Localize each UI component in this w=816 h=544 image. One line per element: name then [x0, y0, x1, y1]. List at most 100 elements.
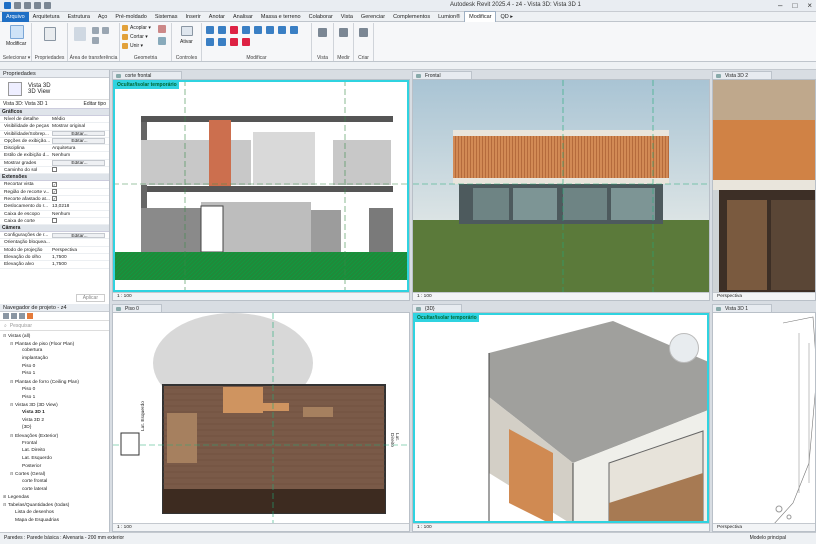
property-edit-button[interactable]: Editar...: [52, 138, 105, 144]
browser-tree-item[interactable]: ⊟ Plantas de forro (Ceiling Plan): [3, 378, 109, 386]
viewport-frontal[interactable]: 1 : 100: [412, 79, 710, 301]
browser-tree-item[interactable]: cobertura: [3, 347, 109, 355]
view-scale[interactable]: Perspectiva: [717, 294, 742, 299]
ribbon-tab[interactable]: Modificar: [464, 11, 497, 22]
browser-tree-item[interactable]: ⊟ Vistas 3D (3D View): [3, 401, 109, 409]
browser-tree-item[interactable]: Piso 1: [3, 370, 109, 378]
property-value[interactable]: Mostrar original: [50, 123, 109, 129]
cope-label[interactable]: Acoplar ▾: [130, 25, 151, 31]
join-label[interactable]: Unir ▾: [130, 43, 143, 49]
checkbox[interactable]: ✓: [52, 196, 57, 202]
type-selector[interactable]: Vista 3D 3D View: [0, 78, 109, 100]
ribbon-tab[interactable]: Sistemas: [151, 12, 182, 22]
browser-tree-item[interactable]: implantação: [3, 355, 109, 363]
align-icon[interactable]: [206, 26, 214, 34]
browser-tree-item[interactable]: Piso 0: [3, 386, 109, 394]
checkbox[interactable]: ✓: [52, 181, 57, 187]
array-icon[interactable]: [206, 38, 214, 46]
copy-element-icon[interactable]: [254, 26, 262, 34]
revit-logo-icon[interactable]: [4, 2, 11, 9]
viewport-vista-3d-1[interactable]: Perspectiva: [712, 312, 816, 532]
ribbon-tab[interactable]: Gerenciar: [357, 12, 389, 22]
minimize-icon[interactable]: –: [778, 1, 782, 10]
tab-corte-frontal[interactable]: corte frontal: [112, 71, 182, 79]
property-value[interactable]: 1,7500: [50, 254, 109, 260]
property-value[interactable]: 13,0218: [50, 203, 109, 209]
property-checkbox[interactable]: ✓: [50, 188, 109, 195]
view-scale[interactable]: 1 : 100: [117, 294, 132, 299]
viewport-piso-0[interactable]: Lat. Esquerdo Lat. Direito 1 : 100: [112, 312, 410, 532]
viewport-corte-frontal[interactable]: Ocultar/isolar temporário 1 : 100: [112, 79, 410, 301]
property-value[interactable]: Perspectiva: [50, 247, 109, 253]
property-value[interactable]: Médio: [50, 116, 109, 122]
copy-icon[interactable]: [92, 27, 99, 34]
undo-icon[interactable]: [34, 2, 41, 9]
active-workset[interactable]: Modelo principal: [750, 533, 786, 544]
cut-icon[interactable]: [102, 27, 109, 34]
view-scale[interactable]: 1 : 100: [117, 525, 132, 530]
ribbon-tab[interactable]: QD ▸: [496, 12, 517, 22]
redo-icon[interactable]: [44, 2, 51, 9]
tab-3d[interactable]: {3D}: [412, 304, 462, 312]
tab-vista-3d-2[interactable]: Vista 3D 2: [712, 71, 772, 79]
ribbon-tab[interactable]: Vista: [337, 12, 357, 22]
cut-geometry-icon[interactable]: [122, 34, 128, 40]
property-value[interactable]: Nenhum: [50, 211, 109, 217]
ribbon-tab[interactable]: Complementos: [389, 12, 434, 22]
property-category[interactable]: Gráficos: [0, 109, 109, 116]
property-checkbox[interactable]: [50, 218, 109, 224]
ribbon-tab[interactable]: Lumion®: [434, 12, 464, 22]
split-face-icon[interactable]: [158, 25, 166, 33]
ribbon-tab[interactable]: Pré-moldado: [111, 12, 151, 22]
browser-view-icon[interactable]: [3, 313, 9, 319]
ribbon-tab[interactable]: Massa e terreno: [257, 12, 305, 22]
measure-icon[interactable]: [339, 28, 348, 37]
ribbon-tab[interactable]: Aço: [94, 12, 111, 22]
view-scale[interactable]: 1 : 100: [417, 525, 432, 530]
offset-icon[interactable]: [218, 26, 226, 34]
browser-tree-item[interactable]: ⊟ Tabelas/Quantidades (todas): [3, 501, 109, 509]
close-icon[interactable]: ×: [807, 1, 812, 10]
delete-icon[interactable]: [242, 38, 250, 46]
property-edit-button[interactable]: Editar...: [52, 131, 105, 137]
checkbox[interactable]: [52, 218, 57, 224]
browser-tree-item[interactable]: Lat. Direito: [3, 447, 109, 455]
edit-type-button[interactable]: Editar tipo: [83, 100, 106, 108]
browser-tree-item[interactable]: corte frontal: [3, 478, 109, 486]
browser-tree-item[interactable]: Mapa de Esquadrias: [3, 517, 109, 525]
create-part-icon[interactable]: [359, 28, 368, 37]
ribbon-tab[interactable]: Arquitetura: [29, 12, 64, 22]
tab-vista-3d-1[interactable]: Vista 3D 1: [712, 304, 772, 312]
hide-icon[interactable]: [318, 28, 327, 37]
checkbox[interactable]: [52, 167, 57, 173]
viewport-vista-3d-2[interactable]: Perspectiva: [712, 79, 816, 301]
activate-icon[interactable]: [181, 26, 193, 36]
ribbon-tab[interactable]: Analisar: [229, 12, 257, 22]
browser-expand-icon[interactable]: [19, 313, 25, 319]
group-label-select[interactable]: Selecionar ▾: [2, 55, 31, 61]
elevation-marker-right[interactable]: Lat. Direito: [389, 433, 399, 447]
ribbon-tab[interactable]: Inserir: [182, 12, 205, 22]
browser-tree-item[interactable]: Lista de desenhos: [3, 509, 109, 517]
browser-tree-item[interactable]: ⊞ Legendas: [3, 493, 109, 501]
ribbon-tab[interactable]: Colaborar: [305, 12, 337, 22]
paste-icon[interactable]: [74, 27, 86, 41]
browser-tree-item[interactable]: {3D}: [3, 424, 109, 432]
modify-cursor-icon[interactable]: [10, 25, 24, 39]
save-icon[interactable]: [24, 2, 31, 9]
cut-label[interactable]: Cortar ▾: [130, 34, 148, 40]
maximize-icon[interactable]: □: [792, 1, 797, 10]
open-icon[interactable]: [14, 2, 21, 9]
property-value[interactable]: 1,7500: [50, 261, 109, 267]
split-icon[interactable]: [290, 26, 298, 34]
view-scale[interactable]: 1 : 100: [417, 294, 432, 299]
viewport-3d[interactable]: Ocultar/isolar temporário 1 : 100: [412, 312, 710, 532]
ribbon-tab[interactable]: Estrutura: [64, 12, 94, 22]
property-checkbox[interactable]: [50, 167, 109, 173]
view-scale[interactable]: Perspectiva: [717, 525, 742, 530]
browser-tree-item[interactable]: corte lateral: [3, 486, 109, 494]
browser-tree-item[interactable]: Frontal: [3, 440, 109, 448]
mirror-icon[interactable]: [230, 26, 238, 34]
instance-selector-value[interactable]: Vista 3D: Vista 3D 1: [3, 100, 48, 108]
browser-tree-item[interactable]: ⊟ Plantas de piso (Floor Plan): [3, 340, 109, 348]
